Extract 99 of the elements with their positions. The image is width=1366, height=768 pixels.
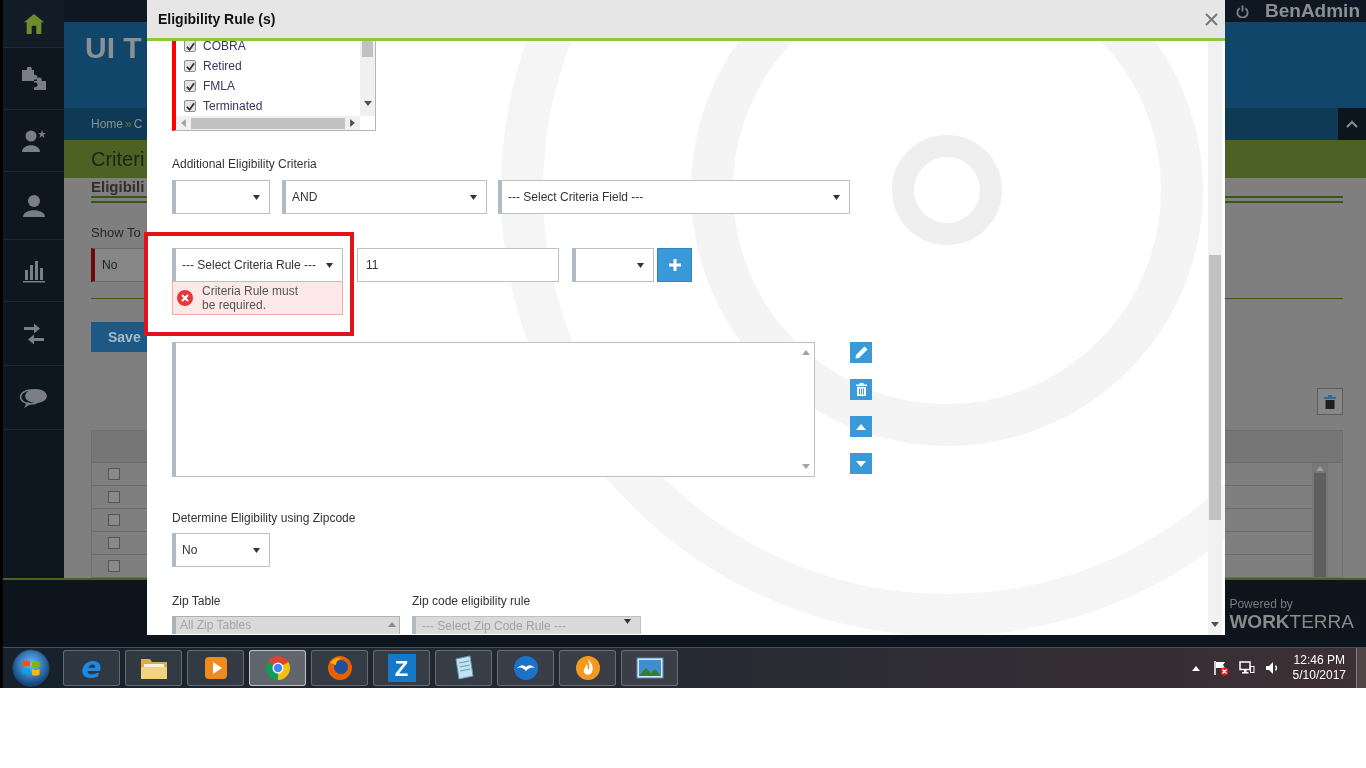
page-title: Criteri — [91, 147, 145, 172]
checkbox-label: Retired — [203, 59, 242, 73]
up-triangle-icon — [856, 423, 866, 430]
person-star-icon — [20, 128, 47, 153]
field-label: Zip Table — [172, 593, 221, 609]
power-icon[interactable] — [1236, 4, 1249, 18]
checkbox[interactable] — [184, 41, 196, 52]
scrollbar-thumb[interactable] — [362, 41, 373, 57]
scroll-up-arrow-icon — [801, 350, 810, 355]
globe-icon — [326, 655, 353, 681]
field-label: Show To — [91, 225, 141, 241]
bar-chart-icon — [21, 258, 46, 283]
scroll-down-arrow-icon — [801, 464, 810, 469]
status-listbox[interactable]: COBRA Retired FMLA Terminated — [172, 41, 376, 131]
field-label: Additional Eligibility Criteria — [172, 156, 317, 172]
scroll-right-arrow-icon — [350, 119, 355, 127]
criteria-field-select[interactable]: --- Select Criteria Field --- — [498, 180, 850, 214]
dropdown-arrow-icon — [833, 194, 840, 200]
site-title: UI T — [85, 30, 142, 66]
start-orb-icon — [12, 649, 50, 687]
move-up-button[interactable] — [850, 416, 872, 437]
taskbar-app-button[interactable] — [621, 650, 678, 686]
picture-icon — [635, 656, 664, 680]
breadcrumb-link[interactable]: Home — [91, 115, 123, 133]
zipcode-select[interactable]: No — [172, 533, 270, 567]
folder-icon — [139, 656, 168, 680]
checkbox[interactable] — [108, 491, 120, 503]
taskbar-app-button[interactable] — [497, 650, 554, 686]
down-triangle-icon — [856, 460, 866, 467]
network-icon[interactable] — [1238, 660, 1255, 676]
checkbox[interactable] — [184, 60, 196, 72]
puzzle-icon — [20, 66, 47, 91]
checkbox[interactable] — [184, 80, 196, 92]
person-icon — [21, 193, 46, 218]
checkbox[interactable] — [184, 100, 196, 112]
add-button[interactable] — [657, 248, 692, 282]
checkbox-label: COBRA — [203, 41, 246, 53]
breadcrumb-link[interactable]: C — [133, 115, 143, 133]
speech-bubbles-icon — [18, 386, 49, 409]
plus-icon — [667, 258, 682, 272]
scroll-left-arrow-icon — [181, 119, 186, 127]
up-triangle-icon — [1191, 665, 1200, 671]
value-input[interactable]: 11 — [357, 248, 559, 282]
round-logo-icon — [264, 655, 291, 681]
section-heading: Eligibili — [91, 178, 145, 195]
scroll-down-arrow-icon — [1211, 622, 1219, 627]
dropdown-arrow-icon — [326, 262, 333, 268]
dropdown-arrow-icon — [637, 262, 644, 268]
close-button[interactable] — [1202, 10, 1220, 28]
close-icon — [1204, 12, 1218, 26]
dropdown-arrow-icon — [253, 547, 260, 553]
scroll-down-arrow-icon — [363, 101, 372, 106]
dropdown-arrow-icon — [253, 194, 260, 200]
taskbar-app-button[interactable] — [125, 650, 182, 686]
flame-icon — [574, 655, 601, 681]
scroll-up-arrow-icon — [387, 622, 396, 627]
checkbox-label: Terminated — [203, 99, 263, 113]
taskbar-app-button[interactable] — [559, 650, 616, 686]
checkbox-label: FMLA — [203, 79, 235, 93]
taskbar-app-button[interactable] — [187, 650, 244, 686]
delete-button[interactable] — [850, 379, 872, 400]
move-down-button[interactable] — [850, 453, 872, 474]
scroll-up-arrow-icon — [1316, 465, 1324, 471]
pencil-icon — [854, 346, 868, 359]
bird-icon — [512, 655, 539, 681]
swap-arrows-icon — [21, 321, 46, 346]
home-icon — [22, 12, 45, 35]
flag-icon[interactable] — [1212, 660, 1229, 676]
collapse-button[interactable] — [1338, 108, 1366, 140]
error-icon — [177, 290, 193, 306]
sidebar-item[interactable] — [3, 0, 64, 48]
play-icon — [203, 656, 228, 680]
brand-name: WORKTERRA — [1229, 610, 1354, 633]
criteria-rule-select[interactable]: --- Select Criteria Rule --- — [172, 248, 343, 282]
delete-button[interactable] — [1317, 388, 1343, 415]
taskbar-app-button[interactable]: Z — [373, 650, 430, 686]
breadcrumb-separator: » — [125, 116, 132, 133]
checkbox[interactable] — [108, 514, 120, 526]
powered-by-text: Powered by — [1229, 596, 1293, 611]
checkbox[interactable] — [108, 468, 120, 480]
operator-select[interactable]: AND — [282, 180, 487, 214]
user-name: BenAdmin — [1265, 0, 1360, 22]
trash-icon — [855, 383, 867, 396]
error-text: Criteria Rule must be required. — [202, 284, 300, 312]
checkbox[interactable] — [108, 537, 120, 549]
chevron-up-icon — [1346, 120, 1358, 128]
taskbar-app-button[interactable] — [435, 650, 492, 686]
field-label: Determine Eligibility using Zipcode — [172, 510, 356, 526]
edit-button[interactable] — [850, 342, 872, 363]
dropdown-arrow-icon — [470, 194, 477, 200]
checkbox[interactable] — [108, 560, 120, 572]
field-label: Zip code eligibility rule — [412, 593, 531, 609]
dropdown-arrow-icon — [624, 619, 631, 624]
scrollbar-thumb[interactable] — [1209, 255, 1221, 520]
modal-title: Eligibility Rule (s) — [158, 9, 276, 29]
trash-icon — [1324, 394, 1336, 409]
clock[interactable]: 12:46 PM 5/10/2017 — [1292, 653, 1346, 683]
scrollbar-thumb[interactable] — [1314, 473, 1326, 577]
scrollbar-thumb[interactable] — [191, 117, 345, 129]
